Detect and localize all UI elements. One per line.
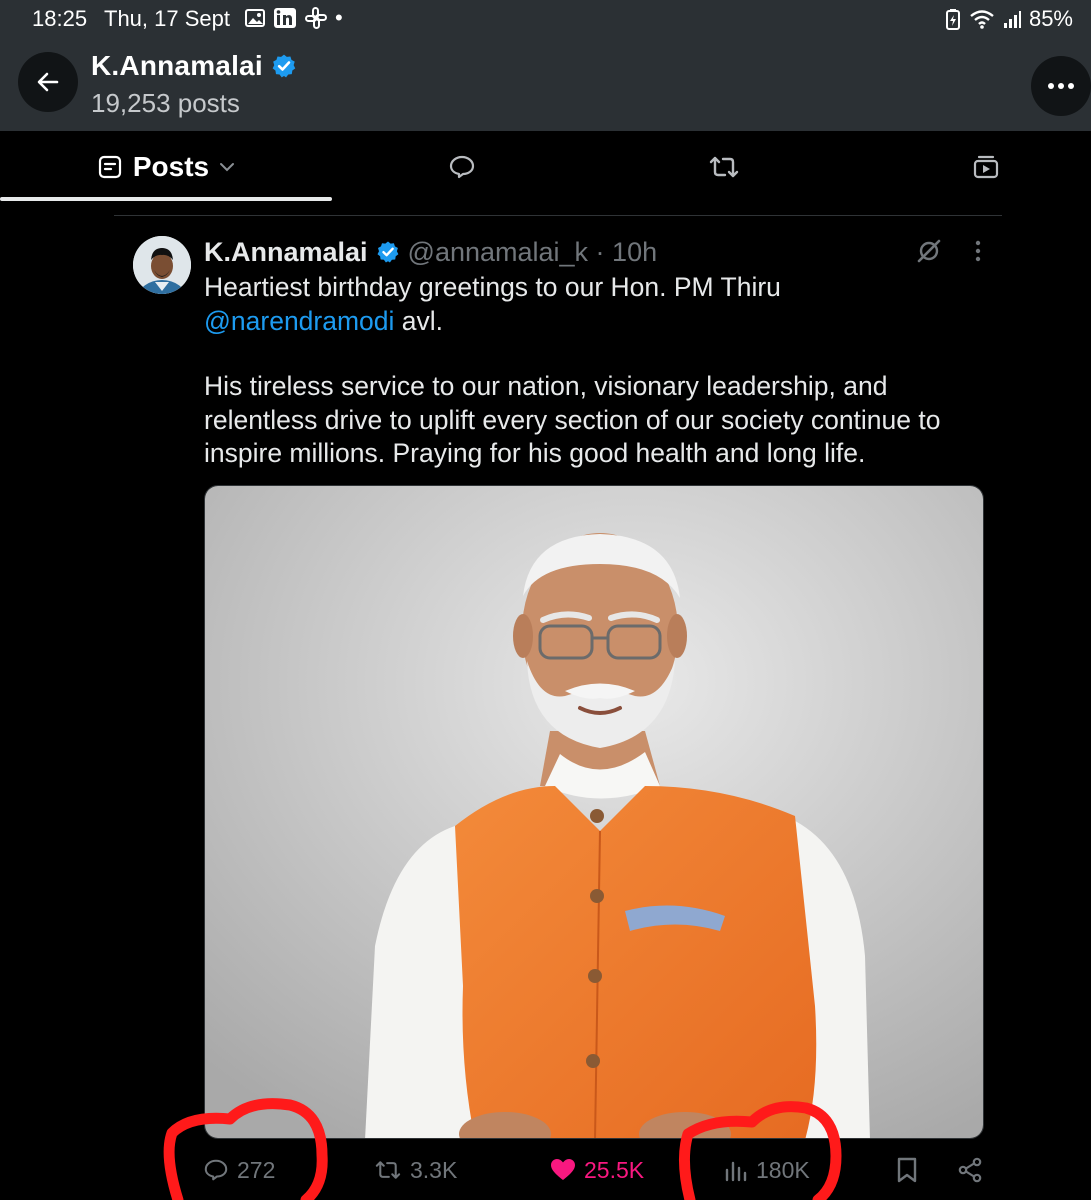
share-icon	[958, 1157, 982, 1183]
battery-level: 85%	[1028, 6, 1073, 31]
more-vertical-icon[interactable]	[974, 239, 982, 263]
profile-tabs: Posts	[0, 131, 1091, 203]
status-bar: 18:25 Thu, 17 Sept • 85%	[0, 0, 1091, 36]
repost-button[interactable]: 3.3K	[374, 1150, 457, 1190]
tab-replies[interactable]	[430, 131, 494, 203]
like-count: 25.5K	[584, 1156, 645, 1183]
analytics-bars-icon	[725, 1161, 747, 1182]
tweet-action-bar: 272 3.3K 25.5K 180K	[0, 1150, 1091, 1190]
heart-filled-icon	[551, 1159, 575, 1180]
reply-button[interactable]: 272	[203, 1150, 275, 1190]
slack-icon	[305, 7, 327, 29]
tweet-line-1: Heartiest birthday greetings to our Hon.…	[204, 272, 781, 302]
profile-title-block: K.Annamalai 19,253 posts	[91, 50, 297, 119]
bookmark-button[interactable]	[896, 1150, 918, 1190]
repost-icon	[375, 1161, 401, 1179]
verified-badge-icon	[272, 54, 296, 78]
system-icons: 85%	[945, 6, 1073, 32]
tab-posts-label: Posts	[132, 151, 210, 182]
tweet-handle-time[interactable]: @annamalai_k · 10h	[408, 237, 658, 268]
more-options-button[interactable]	[1031, 56, 1091, 116]
view-count: 180K	[756, 1156, 810, 1183]
status-time: 18:25	[32, 6, 88, 31]
portrait-photo	[205, 486, 983, 1138]
share-button[interactable]	[957, 1150, 983, 1190]
replies-icon	[449, 155, 475, 179]
verified-badge-icon	[377, 241, 398, 263]
notification-icons: •	[244, 7, 343, 29]
reposts-icon	[709, 156, 739, 178]
repost-count: 3.3K	[410, 1156, 458, 1183]
media-icon	[973, 155, 999, 179]
tweet-paragraph-2: His tireless service to our nation, visi…	[204, 371, 941, 468]
signal-icon	[1003, 11, 1021, 28]
mention-link[interactable]: @narendramodi	[204, 306, 394, 336]
tweet-text: Heartiest birthday greetings to our Hon.…	[204, 271, 994, 471]
posts-icon	[98, 155, 121, 179]
feed-divider	[114, 215, 1002, 216]
author-avatar[interactable]	[133, 236, 191, 294]
tab-media[interactable]	[954, 131, 1018, 203]
more-horizontal-icon	[1048, 83, 1074, 89]
status-date: Thu, 17 Sept	[104, 6, 230, 31]
more-notifications-dot: •	[335, 5, 343, 30]
bookmark-icon	[897, 1157, 917, 1183]
tweet-top-actions	[914, 236, 982, 266]
linkedin-icon	[274, 8, 296, 28]
avatar-photo	[133, 236, 191, 294]
arrow-left-icon	[37, 72, 59, 92]
tab-reposts[interactable]	[692, 131, 756, 203]
posts-count: 19,253 posts	[91, 88, 240, 118]
tweet-media-image[interactable]	[204, 485, 984, 1139]
active-tab-indicator	[0, 197, 332, 201]
reply-icon	[204, 1159, 228, 1181]
battery-saver-icon	[945, 9, 960, 30]
profile-header: K.Annamalai 19,253 posts	[0, 36, 1091, 131]
chevron-down-icon	[220, 163, 235, 172]
tweet-author-name[interactable]: K.Annamalai	[204, 237, 368, 268]
like-button[interactable]: 25.5K	[550, 1150, 644, 1190]
back-button[interactable]	[18, 52, 78, 112]
tweet-mention-suffix: avl.	[394, 305, 444, 336]
views-button[interactable]: 180K	[724, 1150, 810, 1190]
reply-count: 272	[237, 1156, 276, 1183]
wifi-icon	[970, 10, 994, 29]
tab-posts[interactable]: Posts	[0, 131, 332, 203]
grok-icon[interactable]	[914, 236, 944, 266]
gallery-icon	[245, 9, 265, 27]
profile-name: K.Annamalai	[91, 50, 263, 81]
tweet-header: K.Annamalai @annamalai_k · 10h	[204, 234, 657, 270]
